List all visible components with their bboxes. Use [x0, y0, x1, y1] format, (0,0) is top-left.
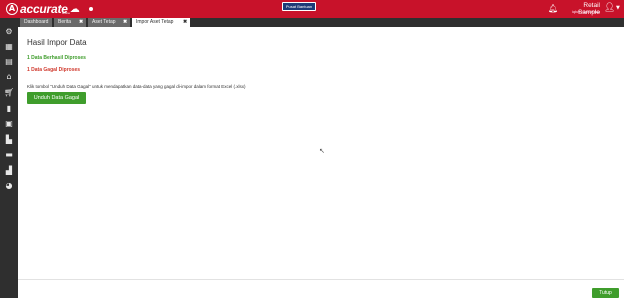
download-failed-data-button[interactable]: Unduh Data Gagal — [27, 92, 86, 104]
bank-icon[interactable]: ⌂ — [4, 72, 14, 82]
brand-name: accurate — [20, 2, 68, 16]
sidebar: ⚙ ▦ ▤ ⌂ 🛒︎ ▮ ▣ ▙ ▬ ▟ ◕ — [0, 18, 18, 298]
cloud-icon: ☁ — [69, 3, 80, 15]
status-dot-icon — [89, 7, 93, 11]
tab-berita[interactable]: Berita ✖ — [54, 18, 86, 27]
truck-icon[interactable]: ▬ — [4, 150, 14, 160]
fail-count: 1 Data Gagal Diproses — [27, 67, 81, 73]
app-window: A accurate ☁ online Pusat Bantuan 🔔︎ Ret… — [0, 0, 624, 298]
close-icon[interactable]: ✖ — [79, 18, 83, 27]
instruction-text: Klik tombol "Unduh Data Gagal" untuk men… — [27, 84, 246, 89]
page-title: Hasil Impor Data — [27, 38, 87, 47]
brand-sub: online — [62, 11, 71, 15]
tab-label: Berita — [58, 19, 72, 25]
tab-label: Dashboard — [24, 19, 49, 25]
clipboard-icon[interactable]: ▣ — [4, 119, 14, 129]
accurate-logo-icon: A — [6, 3, 18, 15]
tab-bar: Dashboard Berita ✖ Aset Tetap ✖ Impor As… — [18, 18, 624, 27]
user-icon[interactable]: 👤︎ — [604, 3, 615, 13]
top-bar: A accurate ☁ online Pusat Bantuan 🔔︎ Ret… — [0, 0, 624, 18]
bell-icon[interactable]: 🔔︎ — [548, 4, 558, 13]
mouse-cursor-icon: ↖ — [319, 147, 325, 155]
help-center-button[interactable]: Pusat Bantuan — [282, 2, 316, 11]
storefront-icon[interactable]: ▤ — [4, 57, 14, 67]
bag-icon[interactable]: ▮ — [4, 104, 14, 114]
pie-chart-icon[interactable]: ◕ — [4, 181, 14, 191]
tab-aset-tetap[interactable]: Aset Tetap ✖ — [88, 18, 130, 27]
gear-icon[interactable]: ⚙ — [4, 27, 14, 37]
tab-label: Impor Aset Tetap — [136, 19, 174, 25]
close-icon[interactable]: ✖ — [123, 18, 127, 27]
user-name: iqbal hamuzdac — [571, 9, 600, 14]
tab-label: Aset Tetap — [92, 19, 116, 25]
chevron-down-icon[interactable]: ▼ — [616, 5, 620, 11]
building-icon[interactable]: ▦ — [4, 42, 14, 52]
tab-dashboard[interactable]: Dashboard — [20, 18, 52, 27]
main-content: Hasil Impor Data 1 Data Berhasil Diprose… — [18, 27, 624, 298]
close-icon[interactable]: ✖ — [183, 18, 187, 27]
tab-impor-aset-tetap[interactable]: Impor Aset Tetap ✖ — [132, 18, 190, 27]
success-count: 1 Data Berhasil Diproses — [27, 55, 86, 61]
warehouse-icon[interactable]: ▙ — [4, 135, 14, 145]
cart-icon[interactable]: 🛒︎ — [4, 88, 14, 98]
close-button[interactable]: Tutup — [592, 288, 619, 298]
factory-icon[interactable]: ▟ — [4, 166, 14, 176]
divider — [18, 279, 624, 280]
